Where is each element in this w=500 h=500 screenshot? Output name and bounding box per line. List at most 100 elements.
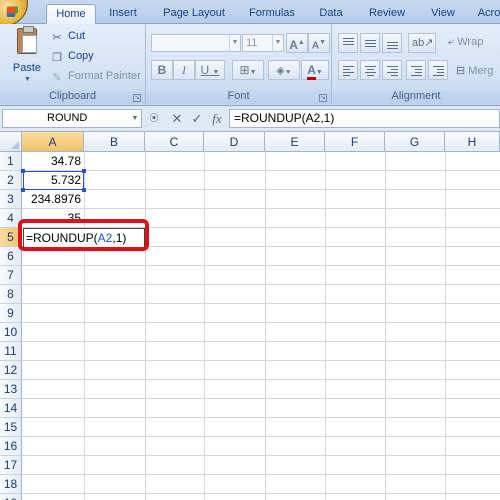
scissors-icon: ✂: [52, 32, 62, 44]
column-header-b[interactable]: B: [84, 132, 145, 152]
paste-button[interactable]: Paste ▼: [8, 26, 46, 86]
row-header-1[interactable]: 1: [0, 152, 22, 171]
reference-handle[interactable]: [82, 169, 86, 173]
row-header-16[interactable]: 16: [0, 437, 22, 456]
cut-label: Cut: [68, 30, 86, 42]
tab-page-layout[interactable]: Page Layout: [156, 4, 232, 24]
ribbon: Paste ▼ ✂ Cut ❐ Copy ✎ Format Painter Clipb…: [0, 24, 500, 106]
paint-bucket-icon: ◈: [276, 65, 285, 77]
tab-data[interactable]: Data: [312, 4, 350, 24]
merge-center-button[interactable]: ⊟ Merg: [456, 64, 493, 77]
underline-icon: U: [200, 63, 210, 77]
row-header-14[interactable]: 14: [0, 399, 22, 418]
ribbon-tab-bar: Home Insert Page Layout Formulas Data Re…: [0, 0, 500, 26]
row-header-9[interactable]: 9: [0, 304, 22, 323]
row-header-11[interactable]: 11: [0, 342, 22, 361]
alignment-group: ab↗ ⤶ Wrap ⊟ Merg Alignment: [332, 24, 500, 105]
chevron-down-icon[interactable]: ▼: [129, 110, 141, 127]
align-center-button[interactable]: [360, 60, 380, 80]
borders-button[interactable]: ⊞▼: [232, 60, 264, 80]
chevron-down-icon[interactable]: ▼: [272, 35, 283, 51]
align-middle-button[interactable]: [360, 33, 380, 53]
decrease-indent-button[interactable]: [406, 60, 426, 80]
wrap-text-icon: ⤶: [448, 36, 455, 48]
fill-color-button[interactable]: ◈▼: [268, 60, 300, 80]
office-button[interactable]: [0, 0, 28, 26]
paintbrush-icon: ✎: [52, 72, 62, 84]
font-name-combo[interactable]: ▼: [151, 34, 241, 52]
worksheet-grid[interactable]: A B C D E F G H 1 2 3 4 5 6 7 8 9 10 11 …: [0, 132, 500, 500]
increase-indent-button[interactable]: [428, 60, 448, 80]
column-header-d[interactable]: D: [204, 132, 265, 152]
alignment-group-label: Alignment: [332, 89, 500, 104]
font-size-combo[interactable]: 11 ▼: [242, 34, 284, 52]
name-box[interactable]: ROUND ▼: [2, 109, 142, 128]
chevron-down-icon[interactable]: ▼: [213, 69, 220, 76]
column-header-c[interactable]: C: [145, 132, 204, 152]
grow-font-button[interactable]: A▲: [286, 33, 308, 53]
tab-insert[interactable]: Insert: [100, 4, 146, 24]
cell-a1[interactable]: 34.78: [23, 152, 84, 171]
shrink-font-button[interactable]: A▼: [308, 33, 330, 53]
chevron-down-icon[interactable]: ▼: [229, 35, 240, 51]
row-header-19[interactable]: 19: [0, 494, 22, 500]
column-header-g[interactable]: G: [385, 132, 445, 152]
copy-button[interactable]: ❐ Copy: [50, 47, 94, 65]
row-header-17[interactable]: 17: [0, 456, 22, 475]
select-all-button[interactable]: [0, 132, 22, 152]
align-bottom-button[interactable]: [382, 33, 402, 53]
row-header-15[interactable]: 15: [0, 418, 22, 437]
row-header-13[interactable]: 13: [0, 380, 22, 399]
chevron-down-icon[interactable]: ▼: [24, 76, 31, 83]
splitter-handle[interactable]: ⦿: [148, 109, 160, 128]
chevron-down-icon[interactable]: ▼: [250, 69, 257, 76]
font-group: ▼ 11 ▼ A▲ A▼ B I U ▼ ⊞▼ ◈▼ A▼ Font ↘: [146, 24, 332, 105]
reference-handle[interactable]: [21, 169, 25, 173]
enter-icon[interactable]: ✓: [188, 109, 206, 128]
row-header-10[interactable]: 10: [0, 323, 22, 342]
column-header-f[interactable]: F: [325, 132, 385, 152]
row-header-12[interactable]: 12: [0, 361, 22, 380]
row-header-3[interactable]: 3: [0, 190, 22, 209]
align-left-button[interactable]: [338, 60, 358, 80]
tab-formulas[interactable]: Formulas: [240, 4, 304, 24]
format-painter-button[interactable]: ✎ Format Painter: [50, 67, 140, 85]
row-header-2[interactable]: 2: [0, 171, 22, 190]
tab-view[interactable]: View: [422, 4, 464, 24]
chevron-down-icon[interactable]: ▼: [285, 69, 292, 76]
row-header-18[interactable]: 18: [0, 475, 22, 494]
dialog-launcher-icon[interactable]: ↘: [133, 94, 141, 102]
align-right-button[interactable]: [382, 60, 402, 80]
align-top-button[interactable]: [338, 33, 358, 53]
formula-input[interactable]: =ROUNDUP(A2,1): [229, 109, 500, 128]
cell-a3[interactable]: 234.8976: [23, 190, 84, 209]
cut-button[interactable]: ✂ Cut: [50, 27, 85, 45]
column-header-a[interactable]: A: [22, 132, 84, 152]
italic-button[interactable]: I: [173, 60, 195, 80]
tab-review[interactable]: Review: [362, 4, 412, 24]
grow-font-icon: A: [289, 38, 298, 52]
column-header-h[interactable]: H: [445, 132, 500, 152]
insert-function-icon[interactable]: fx: [208, 109, 226, 128]
wrap-text-label: Wrap: [457, 36, 484, 48]
reference-handle[interactable]: [82, 188, 86, 192]
orientation-button[interactable]: ab↗: [408, 33, 436, 53]
cancel-icon[interactable]: ✕: [168, 109, 186, 128]
tab-home[interactable]: Home: [46, 4, 96, 25]
underline-button[interactable]: U ▼: [195, 60, 225, 80]
font-size-value: 11: [246, 37, 258, 49]
chevron-down-icon[interactable]: ▼: [316, 69, 323, 76]
tab-acrobat[interactable]: Acro: [474, 4, 500, 24]
formula-reference-highlight: [23, 171, 84, 190]
copy-icon: ❐: [52, 52, 62, 64]
font-color-button[interactable]: A▼: [301, 60, 329, 80]
row-header-7[interactable]: 7: [0, 266, 22, 285]
row-header-8[interactable]: 8: [0, 285, 22, 304]
row-header-6[interactable]: 6: [0, 247, 22, 266]
column-header-e[interactable]: E: [265, 132, 325, 152]
dialog-launcher-icon[interactable]: ↘: [319, 94, 327, 102]
name-box-value: ROUND: [47, 112, 88, 124]
wrap-text-button[interactable]: ⤶ Wrap: [448, 36, 483, 49]
reference-handle[interactable]: [21, 188, 25, 192]
bold-button[interactable]: B: [151, 60, 173, 80]
